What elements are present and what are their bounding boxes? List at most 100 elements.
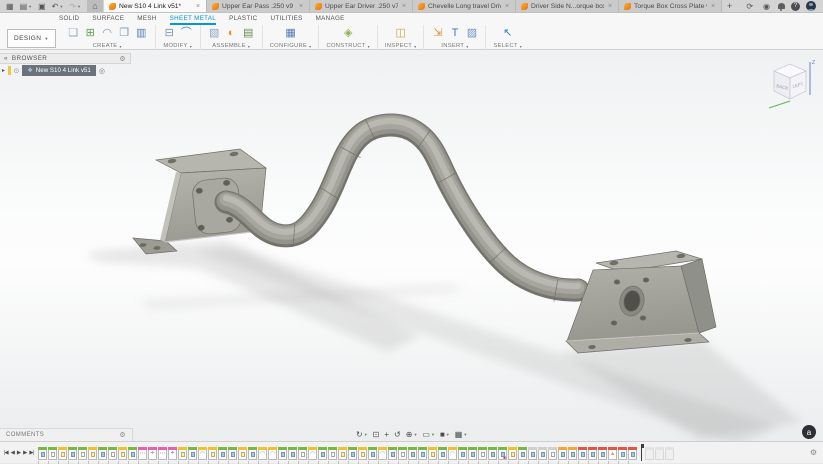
- timeline-feature-box[interactable]: [518, 447, 527, 460]
- timeline-feature-box[interactable]: [618, 447, 627, 460]
- timeline-feature-bend[interactable]: ◠: [258, 447, 267, 460]
- canvas-icon[interactable]: ▨: [465, 26, 478, 41]
- timeline-feature-sketch[interactable]: [118, 447, 127, 460]
- timeline-feature-ghost[interactable]: [665, 447, 674, 460]
- home-button[interactable]: ⌂: [87, 0, 103, 12]
- expand-caret-icon[interactable]: ▸: [2, 67, 5, 74]
- timeline-feature-box[interactable]: [418, 447, 427, 460]
- ribbon-tab-sheet-metal[interactable]: SHEET METAL: [170, 15, 216, 25]
- measure-icon[interactable]: ◫: [394, 26, 407, 41]
- timeline-feature-page[interactable]: [398, 447, 407, 460]
- timeline-feature-page[interactable]: [108, 447, 117, 460]
- timeline-feature-box[interactable]: [468, 447, 477, 460]
- look-at-icon[interactable]: ⊡: [373, 431, 380, 439]
- save-icon[interactable]: ▣: [36, 0, 48, 13]
- create-sketch-icon[interactable]: ⊞: [84, 26, 97, 41]
- timeline-feature-box[interactable]: [368, 447, 377, 460]
- undo-icon[interactable]: ↶▼: [50, 0, 66, 13]
- orbit-icon[interactable]: ↻▼: [356, 431, 368, 439]
- ribbon-tab-surface[interactable]: SURFACE: [92, 15, 124, 25]
- comments-bar[interactable]: COMMENTS ⚙: [0, 428, 133, 441]
- timeline-feature-page[interactable]: [48, 447, 57, 460]
- timeline-feature-box[interactable]: [128, 447, 137, 460]
- timeline-feature-box[interactable]: [38, 447, 47, 460]
- browser-root-item[interactable]: ▸ ⊙ ❖ New S10 4 Link v51 ◎: [0, 64, 131, 77]
- timeline-position-marker[interactable]: [638, 444, 644, 461]
- timeline-feature-box[interactable]: [578, 447, 587, 460]
- timeline-feature-box[interactable]: [488, 447, 497, 460]
- timeline-feature-box[interactable]: [318, 447, 327, 460]
- collapse-panel-icon[interactable]: «: [4, 55, 8, 62]
- free-orbit-icon[interactable]: ↺: [394, 431, 401, 439]
- group-label[interactable]: CONSTRUCT▾: [326, 43, 369, 49]
- timeline-feature-box[interactable]: [558, 447, 567, 460]
- construct-plane-icon[interactable]: ◈: [342, 26, 355, 41]
- timeline-feature-ghost[interactable]: [645, 447, 654, 460]
- insert-derive-icon[interactable]: ⇲: [431, 26, 444, 41]
- timeline-feature-box[interactable]: [628, 447, 637, 460]
- document-tab[interactable]: Driver Side N...orque box v8*×: [516, 0, 619, 12]
- timeline-feature-box[interactable]: [288, 447, 297, 460]
- help-icon[interactable]: ?: [791, 2, 800, 11]
- timeline-feature-box[interactable]: [408, 447, 417, 460]
- timeline-feature-box[interactable]: [588, 447, 597, 460]
- select-icon[interactable]: ↖: [501, 26, 514, 41]
- unit-sync-icon[interactable]: ◎: [99, 67, 105, 75]
- timeline-feature-box[interactable]: [538, 447, 547, 460]
- ribbon-tab-utilities[interactable]: UTILITIES: [270, 15, 302, 25]
- zoom-icon[interactable]: ⊕▼: [406, 431, 418, 439]
- timeline-feature-sketch[interactable]: [208, 447, 217, 460]
- display-style-icon[interactable]: ■▼: [440, 431, 450, 439]
- timeline-feature-sketch[interactable]: [238, 447, 247, 460]
- timeline-feature-page[interactable]: [548, 447, 557, 460]
- timeline-feature-dots[interactable]: ⋯: [138, 447, 147, 460]
- step-forward-button[interactable]: ▶: [23, 450, 26, 456]
- timeline-feature-sketch[interactable]: [88, 447, 97, 460]
- pan-icon[interactable]: +: [384, 431, 389, 439]
- close-icon[interactable]: ×: [504, 3, 510, 10]
- timeline-feature-box[interactable]: [188, 447, 197, 460]
- right-bracket[interactable]: [566, 251, 716, 353]
- timeline-feature-sketch[interactable]: [508, 447, 517, 460]
- bom-table-icon[interactable]: ▤: [242, 26, 255, 41]
- new-component-icon[interactable]: ❏: [67, 26, 80, 41]
- timeline-feature-box[interactable]: [248, 447, 257, 460]
- ribbon-tab-manage[interactable]: MANAGE: [316, 15, 345, 25]
- timeline-feature-box[interactable]: [388, 447, 397, 460]
- timeline-feature-box[interactable]: [528, 447, 537, 460]
- timeline-feature-joint[interactable]: ÷: [148, 447, 157, 460]
- ribbon-tab-plastic[interactable]: PLASTIC: [229, 15, 257, 25]
- fillet-icon[interactable]: ⌒: [180, 26, 193, 41]
- thicken-icon[interactable]: ▥: [135, 26, 148, 41]
- group-label[interactable]: CREATE▾: [93, 43, 122, 49]
- group-label[interactable]: ASSEMBLE▾: [212, 43, 250, 49]
- timeline-feature-boxdot[interactable]: [498, 447, 507, 460]
- grid-snaps-icon[interactable]: ▦▼: [455, 431, 468, 439]
- notification-bell-icon[interactable]: [778, 3, 785, 9]
- configure-table-icon[interactable]: ▦: [284, 26, 297, 41]
- timeline-feature-box[interactable]: [98, 447, 107, 460]
- 3d-model[interactable]: [0, 50, 823, 441]
- timeline-feature-bend[interactable]: ◠: [378, 447, 387, 460]
- go-to-start-button[interactable]: |◀: [4, 450, 8, 456]
- group-label[interactable]: MODIFY▾: [163, 43, 192, 49]
- document-tab[interactable]: Upper Ear Driver .250 v7×: [310, 0, 413, 12]
- display-settings-icon[interactable]: ▭▼: [422, 431, 435, 439]
- timeline-feature-box[interactable]: [68, 447, 77, 460]
- group-label[interactable]: CONFIGURE▾: [270, 43, 312, 49]
- viewport-canvas[interactable]: « BROWSER ⚙ ▸ ⊙ ❖ New S10 4 Link v51 ◎ B…: [0, 50, 823, 441]
- timeline-feature-sketch[interactable]: [338, 447, 347, 460]
- timeline-settings-icon[interactable]: ⚙: [810, 448, 823, 457]
- play-button[interactable]: ▶: [17, 450, 20, 456]
- view-cube[interactable]: BACK LEFT Z: [762, 55, 818, 113]
- eye-icon[interactable]: ⊙: [14, 67, 20, 75]
- timeline-feature-joint[interactable]: ÷: [168, 447, 177, 460]
- document-tab[interactable]: Chevelle Long travel Driver v2×: [413, 0, 516, 12]
- timeline-feature-page[interactable]: [78, 447, 87, 460]
- document-tab[interactable]: Torque Box Cross Plate v2×: [619, 0, 722, 12]
- timeline-feature-page[interactable]: [328, 447, 337, 460]
- close-icon[interactable]: ×: [401, 3, 407, 10]
- job-status-icon[interactable]: ⟳: [744, 0, 755, 13]
- workspace-switcher[interactable]: DESIGN ▼: [7, 29, 56, 48]
- close-icon[interactable]: ×: [195, 3, 201, 10]
